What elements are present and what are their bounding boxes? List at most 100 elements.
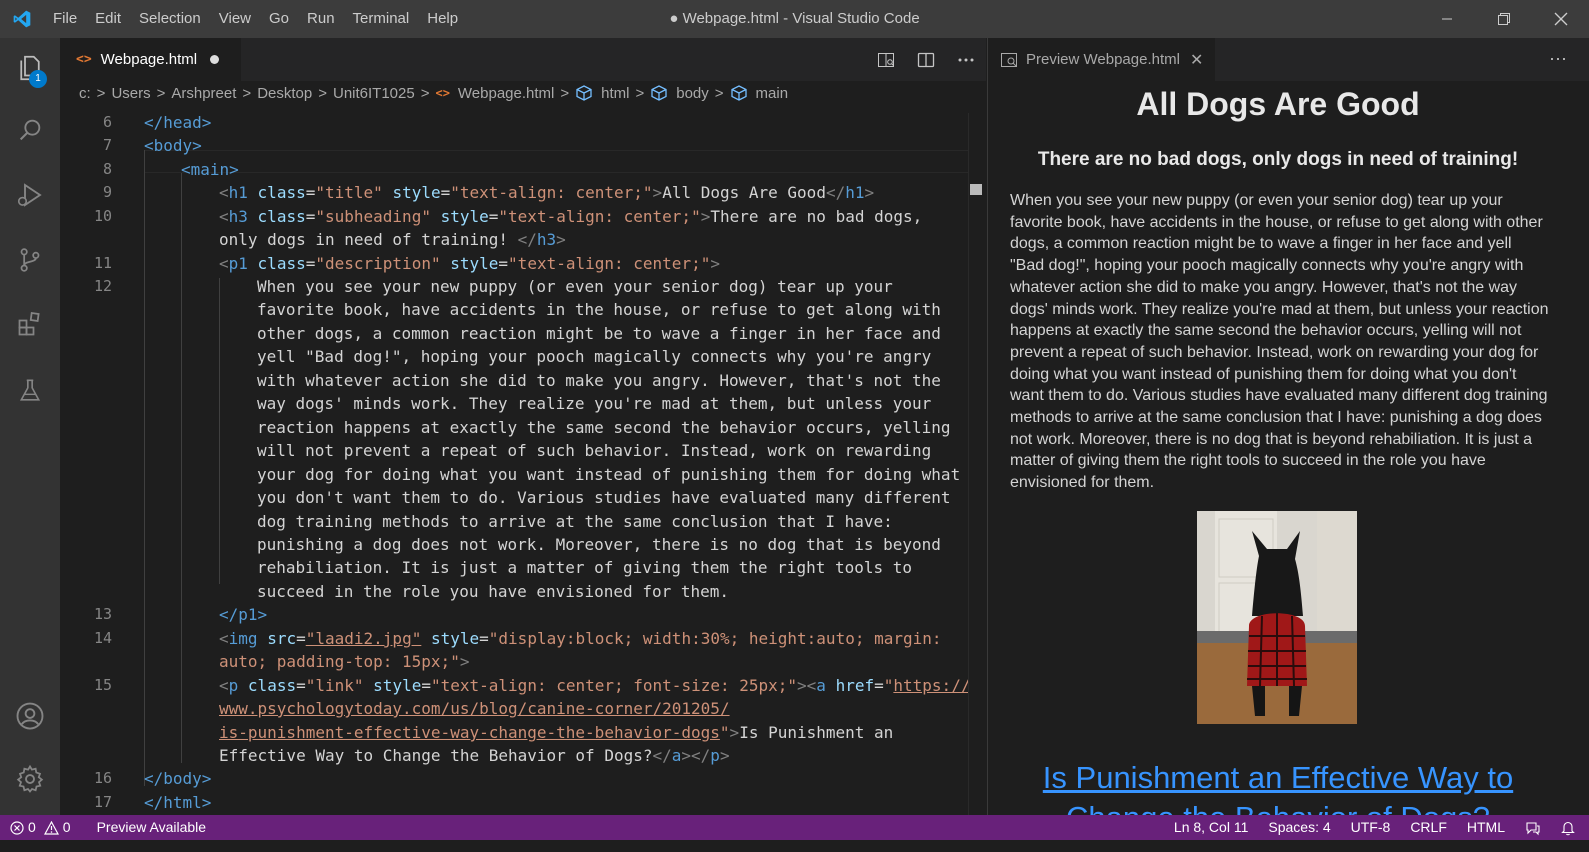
line-number-gutter: 6 7 8 9 10 11 12 13 14 15 16 17 xyxy=(60,113,120,815)
more-actions-icon[interactable] xyxy=(956,50,976,70)
open-preview-icon[interactable] xyxy=(876,50,896,70)
extensions-icon[interactable] xyxy=(0,298,60,350)
minimize-button[interactable] xyxy=(1418,0,1475,38)
breadcrumb-drive[interactable]: c: xyxy=(79,85,91,102)
preview-icon xyxy=(1001,52,1017,67)
menu-go[interactable]: Go xyxy=(260,0,298,38)
testing-flask-icon[interactable] xyxy=(0,364,60,416)
line-number: 17 xyxy=(93,793,112,811)
code-line: <p class="link" style="text-align: cente… xyxy=(219,676,971,695)
menu-selection[interactable]: Selection xyxy=(130,0,210,38)
tab-webpage-html[interactable]: <> Webpage.html xyxy=(60,38,241,81)
code-line: </p1> xyxy=(219,605,268,624)
settings-gear-icon[interactable] xyxy=(0,753,60,805)
preview-panel: Preview Webpage.html ✕ ··· All Dogs Are … xyxy=(987,38,1589,815)
breadcrumb-body[interactable]: body xyxy=(676,85,709,102)
code-link[interactable]: https:// xyxy=(893,676,970,695)
account-icon[interactable] xyxy=(0,690,60,742)
code-line: </body> xyxy=(144,769,212,788)
cursor-position[interactable]: Ln 8, Col 11 xyxy=(1164,815,1258,840)
scrollbar-thumb[interactable] xyxy=(970,184,982,195)
close-window-button[interactable] xyxy=(1532,0,1589,38)
line-number: 11 xyxy=(93,254,112,272)
restore-button[interactable] xyxy=(1475,0,1532,38)
symbol-element-icon xyxy=(651,85,667,101)
menu-terminal[interactable]: Terminal xyxy=(344,0,419,38)
source-control-icon[interactable] xyxy=(0,234,60,286)
code-line: www.psychologytoday.com/us/blog/canine-c… xyxy=(219,697,730,720)
more-actions-icon[interactable]: ··· xyxy=(1549,38,1567,78)
code-line: When you see your new puppy (or even you… xyxy=(257,277,893,296)
code-line: </html> xyxy=(144,793,212,812)
breadcrumb-file[interactable]: Webpage.html xyxy=(458,85,554,102)
search-icon[interactable] xyxy=(0,104,60,156)
breadcrumb-main[interactable]: main xyxy=(756,85,789,102)
chevron-right-icon: > xyxy=(156,84,166,102)
breadcrumb: c: > Users > Arshpreet > Desktop > Unit6IT10… xyxy=(60,81,986,105)
unsaved-dot-icon[interactable] xyxy=(210,55,220,64)
line-number: 13 xyxy=(93,605,112,623)
code-line: with whatever action she did to make you… xyxy=(257,371,941,390)
code-line: your dog for doing what you want instead… xyxy=(257,465,961,484)
warning-count: 0 xyxy=(62,819,71,835)
breadcrumb-html[interactable]: html xyxy=(601,85,629,102)
problems-status[interactable]: 0 0 xyxy=(0,815,81,840)
window-bottom-edge xyxy=(0,840,1589,852)
encoding-status[interactable]: UTF-8 xyxy=(1341,815,1401,840)
indentation-status[interactable]: Spaces: 4 xyxy=(1258,815,1340,840)
code-line: <h1 class="title" style="text-align: cen… xyxy=(219,183,875,202)
language-mode[interactable]: HTML xyxy=(1457,815,1515,840)
code-line: <p1 class="description" style="text-alig… xyxy=(219,254,720,273)
menu-file[interactable]: File xyxy=(44,0,86,38)
feedback-icon[interactable] xyxy=(1515,820,1551,836)
chevron-right-icon: > xyxy=(714,84,724,102)
breadcrumb-users[interactable]: Users xyxy=(111,85,150,102)
eol-status[interactable]: CRLF xyxy=(1400,815,1457,840)
code-link[interactable]: is-punishment-effective-way-change-the-b… xyxy=(219,723,720,742)
breadcrumb-user[interactable]: Arshpreet xyxy=(171,85,236,102)
code-line: succeed in the role you have envisioned … xyxy=(257,582,730,601)
code-line: you don't want them to do. Various studi… xyxy=(257,488,951,507)
notifications-bell-icon[interactable] xyxy=(1551,820,1589,836)
preview-content: All Dogs Are Good There are no bad dogs,… xyxy=(988,81,1589,815)
code-line: will not prevent a repeat of such behavi… xyxy=(257,441,932,460)
preview-link[interactable]: Is Punishment an Effective Way to Change… xyxy=(988,758,1568,815)
line-number: 9 xyxy=(102,183,112,201)
line-number: 10 xyxy=(93,207,112,225)
line-number: 7 xyxy=(102,136,112,154)
code-line: <h3 class="subheading" style="text-align… xyxy=(219,207,923,226)
code-line: reaction happens at exactly the same sec… xyxy=(257,418,951,437)
symbol-element-icon xyxy=(730,85,747,101)
code-line: dog training methods to arrive at the sa… xyxy=(257,512,893,531)
code-link[interactable]: www.psychologytoday.com/us/blog/canine-c… xyxy=(219,699,730,718)
close-tab-icon[interactable]: ✕ xyxy=(1190,50,1203,70)
line-number: 6 xyxy=(102,113,112,131)
code-text: </head> <body> <main> <h1 class="title" … xyxy=(144,113,974,815)
explorer-icon[interactable]: 1 xyxy=(0,42,60,94)
split-editor-icon[interactable] xyxy=(916,50,936,70)
code-line: <img src="laadi2.jpg" style="display:blo… xyxy=(219,629,942,648)
warning-icon xyxy=(43,820,59,835)
dog-photo xyxy=(1197,511,1357,724)
code-editor[interactable]: 6 7 8 9 10 11 12 13 14 15 16 17 </head> … xyxy=(60,113,986,815)
editor-group: <> Webpage.html c: > Users > Arshpreet > De… xyxy=(60,38,986,815)
menu-help[interactable]: Help xyxy=(418,0,467,38)
preview-subheading: There are no bad dogs, only dogs in need… xyxy=(1037,149,1519,170)
tab-preview[interactable]: Preview Webpage.html ✕ xyxy=(988,38,1215,81)
symbol-element-icon xyxy=(576,85,592,101)
menu-view[interactable]: View xyxy=(210,0,260,38)
chevron-right-icon: > xyxy=(635,84,645,102)
menu-run[interactable]: Run xyxy=(298,0,344,38)
run-debug-icon[interactable] xyxy=(0,169,60,221)
line-number: 15 xyxy=(93,676,112,694)
code-line: rehabiliation. It is just a matter of gi… xyxy=(257,558,913,577)
code-line: auto; padding-top: 15px;"> xyxy=(219,652,470,671)
editor-actions xyxy=(876,38,976,81)
breadcrumb-folder[interactable]: Unit6IT1025 xyxy=(333,85,415,102)
breadcrumb-desktop[interactable]: Desktop xyxy=(257,85,312,102)
chevron-right-icon: > xyxy=(560,84,570,102)
vertical-scrollbar[interactable] xyxy=(968,113,986,815)
preview-available-status[interactable]: Preview Available xyxy=(87,815,216,840)
menu-edit[interactable]: Edit xyxy=(86,0,130,38)
vscode-logo-icon xyxy=(0,0,44,38)
